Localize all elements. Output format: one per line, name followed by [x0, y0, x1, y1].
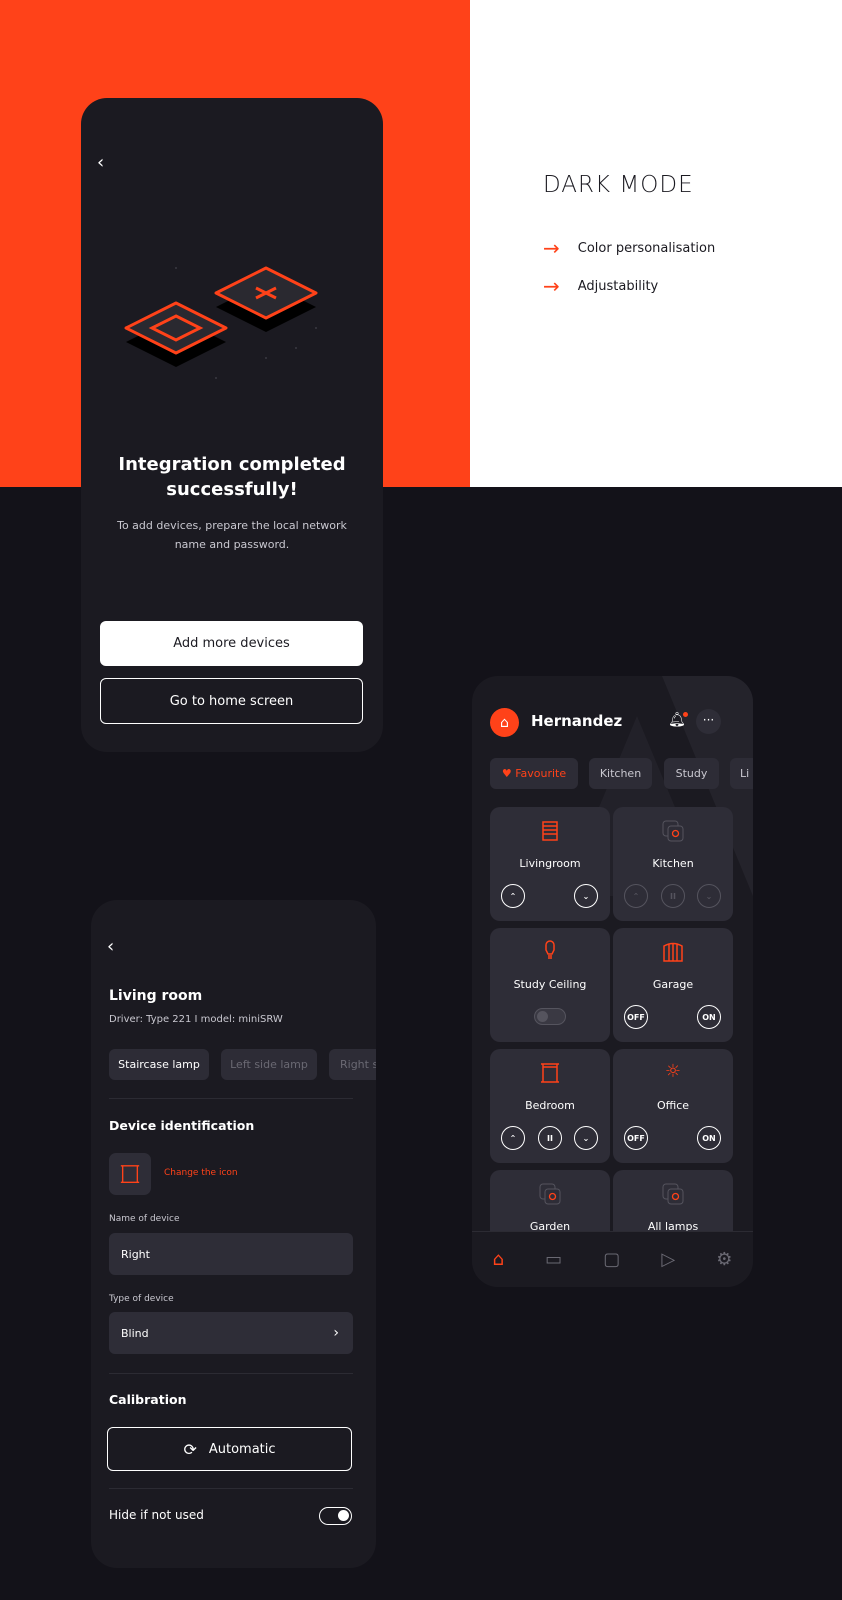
more-button[interactable]: ··· [696, 709, 721, 734]
go-home-button[interactable]: Go to home screen [100, 678, 363, 724]
success-title: Integration completed successfully! [118, 454, 346, 500]
device-settings-screen: ‹ Living room Driver: Type 221 I model: … [91, 900, 376, 1568]
name-label: Name of device [109, 1214, 180, 1224]
tab-study[interactable]: Study [664, 758, 719, 789]
home-screen: ⌂ Hernandez 🔔︎ ··· ♥ Favourite Kitchen S… [472, 676, 753, 1287]
on-button[interactable]: ON [697, 1126, 721, 1150]
garage-icon [663, 942, 683, 962]
window-icon [541, 1063, 559, 1083]
nav-tv-icon[interactable]: ▭ [545, 1249, 562, 1270]
nav-play-icon[interactable]: ▷ [661, 1249, 675, 1270]
divider [109, 1373, 353, 1374]
blinds-icon [542, 821, 558, 841]
tile-kitchen[interactable]: Kitchen ⌃ II ⌄ [613, 807, 733, 921]
success-description: To add devices, prepare the local networ… [117, 519, 347, 551]
tab-favourite[interactable]: ♥ Favourite [490, 758, 578, 789]
promo-panel: DARK MODE → Color personalisation → Adjust… [470, 0, 842, 487]
identification-heading: Device identification [109, 1118, 255, 1133]
nav-home-icon[interactable]: ⌂ [493, 1249, 504, 1270]
up-button[interactable]: ⌃ [624, 884, 648, 908]
arrow-right-icon: → [543, 236, 560, 260]
divider [109, 1098, 353, 1099]
up-button[interactable]: ⌃ [501, 884, 525, 908]
chevron-right-icon: › [333, 1325, 339, 1341]
device-name-input[interactable]: Right [109, 1233, 353, 1275]
tile-garage[interactable]: Garage OFF ON [613, 928, 733, 1042]
on-button[interactable]: ON [697, 1005, 721, 1029]
up-button[interactable]: ⌃ [501, 1126, 525, 1150]
nav-chat-icon[interactable]: ▢ [603, 1249, 620, 1270]
tile-livingroom[interactable]: Livingroom ⌃ ⌄ [490, 807, 610, 921]
device-icon-preview [109, 1153, 151, 1195]
chip-right-side-lamp[interactable]: Right s [329, 1049, 376, 1080]
feature-item: → Adjustability [543, 274, 659, 298]
tab-kitchen[interactable]: Kitchen [589, 758, 652, 789]
arrow-right-icon: → [543, 274, 560, 298]
device-title: Living room [109, 988, 203, 1004]
integration-illustration [124, 266, 318, 379]
lamp-group-icon [662, 1183, 684, 1205]
down-button[interactable]: ⌄ [697, 884, 721, 908]
nav-settings-icon[interactable]: ⚙ [716, 1249, 732, 1270]
driver-info: Driver: Type 221 I model: miniSRW [109, 1014, 283, 1025]
chip-left-side-lamp[interactable]: Left side lamp [221, 1049, 317, 1080]
lamp-group-icon [662, 820, 684, 842]
automatic-calibration-button[interactable]: ⟳ Automatic [107, 1427, 352, 1471]
bell-icon[interactable]: 🔔︎ [668, 712, 688, 728]
study-ceiling-toggle[interactable] [534, 1008, 566, 1025]
calibration-heading: Calibration [109, 1392, 187, 1407]
change-icon-link[interactable]: Change the icon [164, 1168, 238, 1178]
refresh-icon: ⟳ [183, 1439, 197, 1459]
back-button[interactable]: ‹ [97, 152, 104, 173]
tile-study-ceiling[interactable]: Study Ceiling [490, 928, 610, 1042]
down-button[interactable]: ⌄ [574, 884, 598, 908]
home-avatar-icon[interactable]: ⌂ [490, 708, 519, 737]
pause-button[interactable]: II [538, 1126, 562, 1150]
feature-item: → Color personalisation [543, 236, 716, 260]
tile-bedroom[interactable]: Bedroom ⌃ II ⌄ [490, 1049, 610, 1163]
sun-icon: ☼ [664, 1061, 682, 1082]
type-label: Type of device [109, 1294, 174, 1304]
add-more-devices-button[interactable]: Add more devices [100, 621, 363, 666]
integration-screen: ‹ Integration completed successfully! To … [81, 98, 383, 752]
off-button[interactable]: OFF [624, 1126, 648, 1150]
window-icon [120, 1165, 140, 1183]
heart-icon: ♥ [501, 767, 516, 780]
user-name: Hernandez [531, 712, 623, 730]
chip-staircase-lamp[interactable]: Staircase lamp [109, 1049, 209, 1080]
hide-toggle[interactable] [319, 1507, 352, 1525]
hide-label: Hide if not used [109, 1508, 204, 1522]
down-button[interactable]: ⌄ [574, 1126, 598, 1150]
divider [109, 1488, 353, 1489]
device-type-select[interactable]: Blind › [109, 1312, 353, 1354]
tile-office[interactable]: ☼ Office OFF ON [613, 1049, 733, 1163]
bottom-nav: ⌂ ▭ ▢ ▷ ⚙ [472, 1231, 753, 1287]
bulb-icon [545, 940, 555, 959]
back-button[interactable]: ‹ [107, 936, 114, 957]
promo-title: DARK MODE [543, 172, 694, 198]
tab-livingroom[interactable]: Li [730, 758, 753, 789]
pause-button[interactable]: II [661, 884, 685, 908]
lamp-group-icon [539, 1183, 561, 1205]
off-button[interactable]: OFF [624, 1005, 648, 1029]
